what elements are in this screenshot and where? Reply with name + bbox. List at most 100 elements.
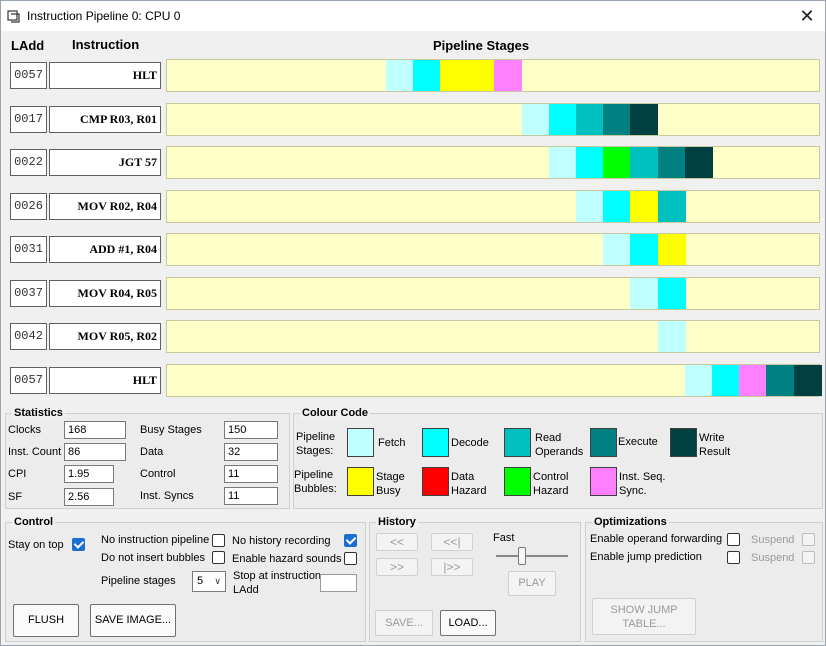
- stage-cell-fetch: [576, 191, 604, 222]
- decode-legend: Decode: [451, 437, 489, 449]
- fetch-swatch: [347, 428, 374, 457]
- no-pipeline-label: No instruction pipeline: [101, 534, 210, 546]
- stop-at-label: Stop at instruction LAdd: [233, 570, 322, 596]
- stage-cell-control-hazard: [603, 147, 631, 178]
- row-address: 0031: [10, 236, 47, 263]
- window-title: Instruction Pipeline 0: CPU 0: [27, 9, 181, 23]
- save-image-button[interactable]: SAVE IMAGE...: [90, 604, 176, 637]
- operand-forwarding-checkbox[interactable]: [727, 533, 740, 546]
- no-bubbles-label: Do not insert bubbles: [101, 552, 205, 564]
- stage-cell-write-result: [630, 104, 658, 135]
- statistics-title: Statistics: [12, 407, 65, 419]
- stage-cell-fetch: [685, 365, 713, 396]
- colour-code-group: Colour Code Pipeline Stages: Pipeline Bu…: [293, 407, 823, 509]
- hazard-sounds-label: Enable hazard sounds: [232, 553, 342, 565]
- stage-cell-inst-seq-sync: [494, 60, 522, 91]
- row-address: 0022: [10, 149, 47, 176]
- cpi-label: CPI: [8, 468, 27, 480]
- execute-legend: Execute: [618, 436, 658, 448]
- row-instruction: HLT: [49, 62, 161, 89]
- pipeline-track: [166, 146, 820, 179]
- no-pipeline-checkbox[interactable]: [212, 534, 225, 547]
- stay-on-top-label: Stay on top: [8, 539, 64, 551]
- inst-count-field: 86: [64, 443, 126, 461]
- stage-cell-inst-seq-sync: [739, 365, 767, 396]
- data-hazard-legend: Data Hazard: [451, 471, 487, 497]
- history-load-button[interactable]: LOAD...: [440, 610, 496, 636]
- row-address: 0026: [10, 193, 47, 220]
- chevron-down-icon: ∨: [214, 576, 221, 586]
- colour-code-title: Colour Code: [300, 407, 370, 419]
- row-instruction: ADD #1, R04: [49, 236, 161, 263]
- history-group: History << <<| >> |>> Fast PLAY SAVE... …: [369, 516, 581, 642]
- control-hazard-swatch: [504, 467, 531, 496]
- stage-cell-decode: [603, 191, 631, 222]
- stage-cell-execute: [766, 365, 794, 396]
- optimizations-group: Optimizations Enable operand forwarding …: [585, 516, 823, 642]
- history-forward-button[interactable]: >>: [376, 558, 418, 576]
- no-bubbles-checkbox[interactable]: [212, 551, 225, 564]
- stage-cell-fetch: [658, 321, 686, 352]
- pipeline-track: [166, 364, 822, 397]
- no-history-checkbox[interactable]: [344, 534, 357, 547]
- stage-cell-read-operands: [630, 147, 658, 178]
- history-title: History: [376, 516, 418, 528]
- stage-cell-fetch: [386, 60, 414, 91]
- statistics-group: Statistics Clocks 168 Inst. Count 86 CPI…: [5, 407, 290, 509]
- write-result-swatch: [670, 428, 697, 457]
- inst-seq-sync-legend: Inst. Seq. Sync.: [619, 471, 666, 497]
- stop-at-ladd-input[interactable]: [320, 574, 357, 592]
- pipeline-stages-select[interactable]: 5 ∨: [192, 571, 226, 592]
- inst-syncs-label: Inst. Syncs: [140, 490, 194, 502]
- pipeline-track: [166, 103, 820, 136]
- stage-cell-read-operands: [658, 191, 686, 222]
- hazard-sounds-checkbox[interactable]: [344, 552, 357, 565]
- clocks-label: Clocks: [8, 424, 42, 436]
- stage-busy-swatch: [347, 467, 374, 496]
- history-back-start-button[interactable]: <<|: [431, 533, 473, 551]
- pipeline-stages-value: 5: [197, 575, 204, 587]
- play-button[interactable]: PLAY: [508, 571, 556, 596]
- row-address: 0057: [10, 62, 47, 89]
- stage-cell-fetch: [522, 104, 550, 135]
- control-hazards-field: 11: [224, 465, 278, 483]
- flush-button[interactable]: FLUSH: [13, 604, 79, 637]
- forwarding-suspend-checkbox[interactable]: [802, 533, 815, 546]
- read-operands-swatch: [504, 428, 531, 457]
- busy-stages-label: Busy Stages: [140, 424, 202, 436]
- pipeline-stages-label: Pipeline Stages:: [296, 431, 336, 457]
- stage-cell-execute: [658, 147, 686, 178]
- stage-busy-legend: Stage Busy: [376, 471, 405, 497]
- stay-on-top-checkbox[interactable]: [72, 538, 85, 551]
- ladd-header: LAdd: [11, 38, 45, 53]
- control-title: Control: [12, 516, 56, 528]
- data-hazards-field: 32: [224, 443, 278, 461]
- row-instruction: HLT: [49, 367, 161, 394]
- pipeline-track: [166, 59, 820, 92]
- pipeline-track: [166, 190, 820, 223]
- jump-prediction-checkbox[interactable]: [727, 551, 740, 564]
- clocks-field: 168: [64, 421, 126, 439]
- optimizations-title: Optimizations: [592, 516, 669, 528]
- history-save-button[interactable]: SAVE...: [375, 610, 433, 636]
- speed-slider-track[interactable]: [496, 555, 568, 557]
- show-jump-table-button[interactable]: SHOW JUMP TABLE...: [592, 598, 696, 635]
- close-button[interactable]: ✕: [793, 3, 821, 29]
- speed-slider-handle[interactable]: [518, 547, 526, 565]
- jump-prediction-label: Enable jump prediction: [590, 551, 702, 563]
- history-back-button[interactable]: <<: [376, 533, 418, 551]
- row-instruction: CMP R03, R01: [49, 106, 161, 133]
- row-address: 0037: [10, 280, 47, 307]
- speed-fast-label: Fast: [493, 532, 515, 544]
- history-forward-end-button[interactable]: |>>: [431, 558, 473, 576]
- row-instruction: MOV R05, R02: [49, 323, 161, 350]
- prediction-suspend-checkbox[interactable]: [802, 551, 815, 564]
- write-result-legend: Write Result: [699, 432, 731, 458]
- execute-swatch: [590, 428, 617, 457]
- stage-cell-stage-busy: [630, 191, 658, 222]
- inst-syncs-field: 11: [224, 487, 278, 505]
- pipeline-bubbles-label: Pipeline Bubbles:: [294, 469, 337, 495]
- row-address: 0057: [10, 367, 47, 394]
- row-address: 0042: [10, 323, 47, 350]
- inst-count-label: Inst. Count: [8, 446, 62, 458]
